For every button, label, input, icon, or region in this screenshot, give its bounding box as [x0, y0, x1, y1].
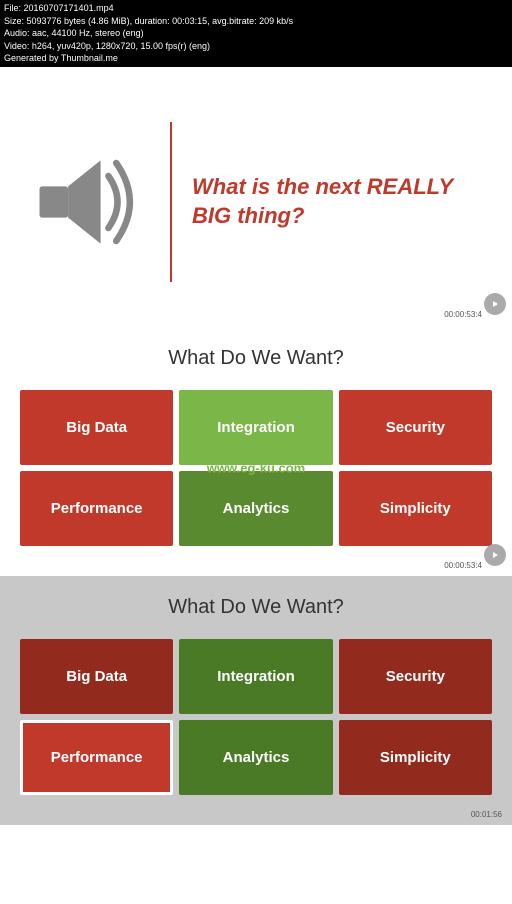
- tile-grid-1: Big Data Integration Security Performanc…: [20, 390, 492, 546]
- tile-grid-2: Big Data Integration Security Performanc…: [20, 639, 492, 795]
- tile-analytics-2[interactable]: Analytics: [179, 720, 332, 795]
- file-info-line3: Audio: aac, 44100 Hz, stereo (eng): [4, 27, 508, 40]
- section2-title: What Do We Want?: [20, 596, 492, 619]
- tile-simplicity-2[interactable]: Simplicity: [339, 720, 492, 795]
- tile-big-data[interactable]: Big Data: [20, 390, 173, 465]
- file-info-line1: File: 20160707171401.mp4: [4, 2, 508, 15]
- timestamp-hero: 00:00:53:4: [444, 310, 482, 319]
- hero-question: What is the next REALLY BIG thing?: [192, 173, 492, 230]
- file-info-bar: File: 20160707171401.mp4 Size: 5093776 b…: [0, 0, 512, 67]
- file-info-line4: Video: h264, yuv420p, 1280x720, 15.00 fp…: [4, 40, 508, 53]
- divider-line: [170, 122, 172, 282]
- speaker-icon: [20, 137, 150, 267]
- tile-integration[interactable]: Integration: [179, 390, 332, 465]
- grid-section-1: What Do We Want? Big Data Integration Se…: [0, 327, 512, 576]
- tile-security[interactable]: Security: [339, 390, 492, 465]
- next-arrow-hero[interactable]: [484, 293, 506, 315]
- next-arrow-section1[interactable]: [484, 544, 506, 566]
- timestamp-section2: 00:01:56: [471, 810, 502, 819]
- tile-integration-2[interactable]: Integration: [179, 639, 332, 714]
- grid-section-2: What Do We Want? Big Data Integration Se…: [0, 576, 512, 825]
- tile-big-data-2[interactable]: Big Data: [20, 639, 173, 714]
- tile-simplicity[interactable]: Simplicity: [339, 471, 492, 546]
- file-info-line2: Size: 5093776 bytes (4.86 MiB), duration…: [4, 15, 508, 28]
- tile-performance[interactable]: Performance: [20, 471, 173, 546]
- tile-analytics[interactable]: Analytics: [179, 471, 332, 546]
- tile-security-2[interactable]: Security: [339, 639, 492, 714]
- timestamp-section1: 00:00:53:4: [444, 561, 482, 570]
- tile-performance-2[interactable]: Performance: [20, 720, 173, 795]
- hero-section: What is the next REALLY BIG thing? 00:00…: [0, 67, 512, 327]
- section1-title: What Do We Want?: [20, 347, 492, 370]
- file-info-line5: Generated by Thumbnail.me: [4, 52, 508, 65]
